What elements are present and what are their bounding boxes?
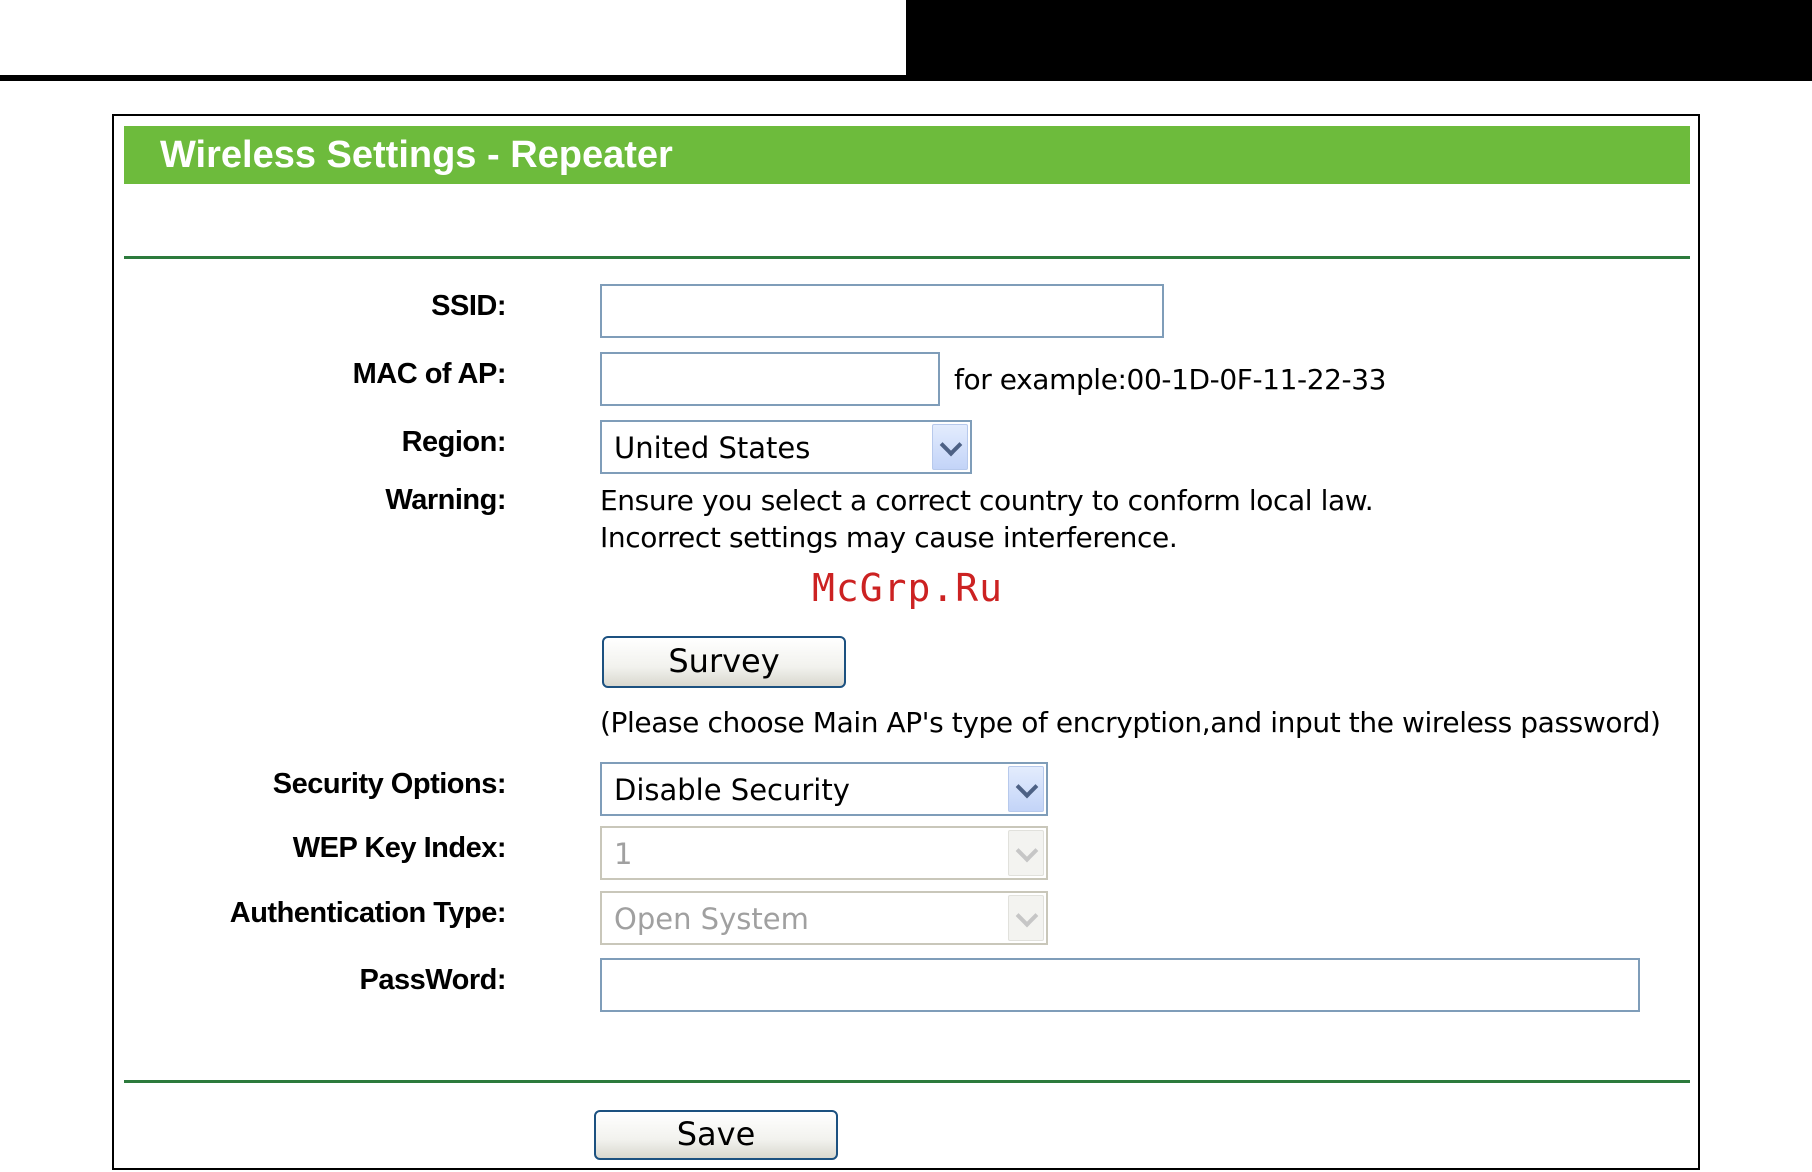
warning-label: Warning:	[385, 484, 506, 516]
security-selected-value: Disable Security	[614, 773, 850, 807]
mac-label: MAC of AP:	[352, 358, 507, 390]
wep-key-index-value: 1	[614, 837, 633, 871]
warning-line-1: Ensure you select a correct country to c…	[600, 484, 1374, 517]
top-divider	[124, 256, 1690, 259]
authentication-type-label: Authentication Type:	[229, 897, 507, 929]
chevron-down-icon[interactable]	[1008, 766, 1044, 812]
encryption-note: (Please choose Main AP's type of encrypt…	[600, 706, 1661, 739]
password-label: PassWord:	[359, 964, 507, 996]
wep-key-index-select: 1	[600, 826, 1048, 880]
security-options-select[interactable]: Disable Security	[600, 762, 1048, 816]
page-title: Wireless Settings - Repeater	[160, 134, 673, 176]
security-options-label: Security Options:	[272, 768, 507, 800]
region-selected-value: United States	[614, 431, 811, 465]
header-black-block	[906, 0, 1812, 75]
ssid-input[interactable]	[600, 284, 1164, 338]
mac-input[interactable]	[600, 352, 940, 406]
title-bar: Wireless Settings - Repeater	[124, 126, 1690, 184]
ssid-label: SSID:	[431, 290, 506, 322]
authentication-type-select: Open System	[600, 891, 1048, 945]
wep-key-index-label: WEP Key Index:	[292, 832, 507, 864]
settings-panel: Wireless Settings - Repeater SSID: MAC o…	[112, 114, 1700, 1170]
warning-line-2: Incorrect settings may cause interferenc…	[600, 521, 1178, 554]
chevron-down-icon	[1008, 830, 1044, 876]
save-button[interactable]: Save	[594, 1110, 838, 1160]
bottom-divider	[124, 1080, 1690, 1083]
authentication-type-value: Open System	[614, 902, 809, 936]
survey-button[interactable]: Survey	[602, 636, 846, 688]
password-input[interactable]	[600, 958, 1640, 1012]
region-label: Region:	[401, 426, 507, 458]
document-header	[0, 0, 1812, 82]
region-select[interactable]: United States	[600, 420, 972, 474]
chevron-down-icon	[1008, 895, 1044, 941]
mac-example-hint: for example:00-1D-0F-11-22-33	[954, 363, 1387, 396]
watermark: McGrp.Ru	[812, 566, 1004, 610]
chevron-down-icon[interactable]	[932, 424, 968, 470]
header-rule	[0, 75, 1812, 81]
